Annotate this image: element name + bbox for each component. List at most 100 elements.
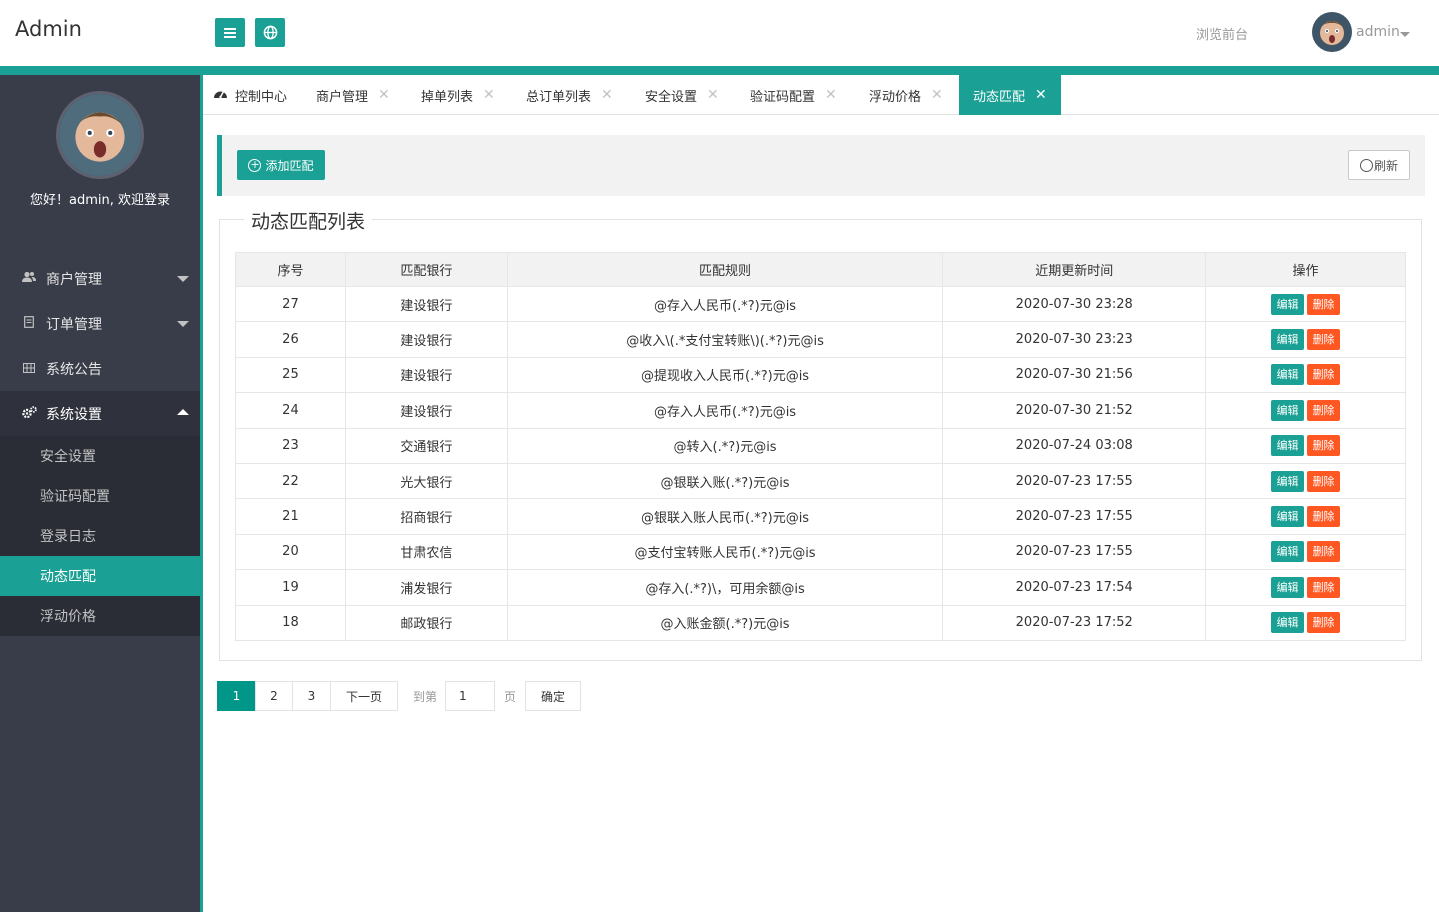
chevron-down-icon <box>177 276 189 282</box>
row-id: 21 <box>235 498 346 535</box>
page-suffix-label: 页 <box>504 689 517 704</box>
sidebar-item-login-log[interactable]: 登录日志 <box>0 516 200 556</box>
refresh-button[interactable]: 刷新 <box>1348 150 1410 180</box>
row-updated-time: 2020-07-30 23:23 <box>942 321 1207 358</box>
tab-all-orders[interactable]: 总订单列表 ✕ <box>526 75 613 115</box>
globe-button[interactable] <box>255 18 285 47</box>
table-row: 20 甘肃农信 @支付宝转账人民币(.*?)元@is 2020-07-23 17:55… <box>235 533 1406 571</box>
column-header: 匹配规则 <box>506 252 944 287</box>
page-2-button[interactable]: 2 <box>255 681 293 711</box>
table-header-row: 序号 匹配银行 匹配规则 近期更新时间 操作 <box>235 252 1406 287</box>
users-icon <box>22 271 36 286</box>
delete-button[interactable]: 删除 <box>1307 399 1341 421</box>
row-bank: 浦发银行 <box>344 569 508 606</box>
menu-system-settings[interactable]: 系统设置 <box>0 391 200 436</box>
sidebar-item-dynamic-match[interactable]: 动态匹配 <box>0 556 200 596</box>
delete-button[interactable]: 删除 <box>1307 364 1341 386</box>
add-match-label: 添加匹配 <box>265 158 314 173</box>
column-header: 匹配银行 <box>344 252 508 287</box>
user-avatar[interactable] <box>1312 12 1352 52</box>
tab-dynamic-match[interactable]: 动态匹配 ✕ <box>959 75 1061 115</box>
tab-bar: 控制中心 商户管理 ✕ 掉单列表 ✕ 总订单列表 ✕ 安全设置 ✕ 验证码配置 ✕ 浮动价… <box>203 75 1439 115</box>
edit-button[interactable]: 编辑 <box>1271 364 1305 386</box>
edit-button[interactable]: 编辑 <box>1271 541 1305 563</box>
sidebar-item-security[interactable]: 安全设置 <box>0 436 200 476</box>
close-icon[interactable]: ✕ <box>1035 87 1047 103</box>
delete-button[interactable]: 删除 <box>1307 506 1341 528</box>
table-row: 22 光大银行 @银联入账(.*?)元@is 2020-07-23 17:55 编辑 删除 <box>235 462 1406 500</box>
sidebar: 您好！admin, 欢迎登录 商户管理 订单管理 系统公告 系统设置 安全设置 … <box>0 75 200 912</box>
user-name[interactable]: admin <box>1356 24 1400 40</box>
row-actions: 编辑 删除 <box>1205 498 1406 535</box>
edit-button[interactable]: 编辑 <box>1271 293 1305 315</box>
edit-button[interactable]: 编辑 <box>1271 329 1305 351</box>
menu-merchant-management[interactable]: 商户管理 <box>0 256 200 301</box>
goto-confirm-button[interactable]: 确定 <box>525 681 582 711</box>
row-updated-time: 2020-07-24 03:08 <box>942 427 1207 464</box>
menu-system-notice[interactable]: 系统公告 <box>0 346 200 391</box>
table-row: 21 招商银行 @银联入账人民币(.*?)元@is 2020-07-23 17:55 编… <box>235 498 1406 535</box>
delete-button[interactable]: 删除 <box>1307 470 1341 492</box>
close-icon[interactable]: ✕ <box>825 87 837 103</box>
tab-label: 商户管理 <box>316 89 369 105</box>
tab-dashboard[interactable]: 控制中心 <box>213 75 287 115</box>
table-row: 19 浦发银行 @存入(.*?)\，可用余额@is 2020-07-23 17:54 编… <box>235 569 1406 606</box>
row-bank: 建设银行 <box>344 321 508 358</box>
page-1-button[interactable]: 1 <box>217 681 256 711</box>
row-bank: 建设银行 <box>344 392 508 429</box>
edit-button[interactable]: 编辑 <box>1271 612 1305 634</box>
delete-button[interactable]: 删除 <box>1307 293 1341 315</box>
page-3-button[interactable]: 3 <box>292 681 331 711</box>
row-rule: @存入人民币(.*?)元@is <box>506 392 944 429</box>
edit-button[interactable]: 编辑 <box>1271 435 1305 457</box>
top-header: Admin 浏览前台 admin <box>0 0 1439 66</box>
row-rule: @银联入账(.*?)元@is <box>506 462 944 500</box>
next-page-button[interactable]: 下一页 <box>330 681 398 711</box>
tab-floating-price[interactable]: 浮动价格 ✕ <box>869 75 943 115</box>
edit-button[interactable]: 编辑 <box>1271 506 1305 528</box>
row-bank: 甘肃农信 <box>344 533 508 571</box>
globe-icon <box>263 25 278 40</box>
close-icon[interactable]: ✕ <box>601 87 613 103</box>
sidebar-item-floating-price[interactable]: 浮动价格 <box>0 596 200 636</box>
close-icon[interactable]: ✕ <box>378 87 390 103</box>
row-actions: 编辑 删除 <box>1205 285 1406 323</box>
close-icon[interactable]: ✕ <box>483 87 495 103</box>
sidebar-avatar <box>56 91 144 179</box>
tab-label: 安全设置 <box>645 89 698 105</box>
delete-button[interactable]: 删除 <box>1307 612 1341 634</box>
row-updated-time: 2020-07-23 17:55 <box>942 462 1207 500</box>
pagination: 1 2 3 下一页 到第 页 确定 <box>217 681 582 711</box>
edit-button[interactable]: 编辑 <box>1271 576 1305 598</box>
row-id: 27 <box>235 285 346 323</box>
plus-circle-icon: + <box>248 157 262 172</box>
table-row: 23 交通银行 @转入(.*?)元@is 2020-07-24 03:08 编辑 删除 <box>235 427 1406 464</box>
row-actions: 编辑 删除 <box>1205 321 1406 358</box>
delete-button[interactable]: 删除 <box>1307 435 1341 457</box>
tab-captcha[interactable]: 验证码配置 ✕ <box>750 75 837 115</box>
close-icon[interactable]: ✕ <box>931 87 943 103</box>
delete-button[interactable]: 删除 <box>1307 541 1341 563</box>
menu-toggle-button[interactable] <box>215 18 245 47</box>
row-updated-time: 2020-07-30 23:28 <box>942 285 1207 323</box>
goto-page-input[interactable] <box>445 681 496 711</box>
tab-security[interactable]: 安全设置 ✕ <box>645 75 719 115</box>
delete-button[interactable]: 删除 <box>1307 329 1341 351</box>
table-row: 26 建设银行 @收入\(.*支付宝转账\)(.*?)元@is 2020-07-30 … <box>235 321 1406 358</box>
row-actions: 编辑 删除 <box>1205 604 1406 641</box>
edit-button[interactable]: 编辑 <box>1271 470 1305 492</box>
sidebar-item-captcha[interactable]: 验证码配置 <box>0 476 200 516</box>
tab-label: 验证码配置 <box>750 89 816 105</box>
edit-button[interactable]: 编辑 <box>1271 399 1305 421</box>
delete-button[interactable]: 删除 <box>1307 576 1341 598</box>
browse-frontend-link[interactable]: 浏览前台 <box>1196 24 1248 43</box>
column-header: 序号 <box>235 252 346 287</box>
tab-dropped-orders[interactable]: 掉单列表 ✕ <box>421 75 495 115</box>
add-match-button[interactable]: + 添加匹配 <box>237 150 325 180</box>
row-bank: 建设银行 <box>344 285 508 323</box>
chevron-down-icon[interactable] <box>1400 32 1410 37</box>
row-actions: 编辑 删除 <box>1205 462 1406 500</box>
close-icon[interactable]: ✕ <box>707 87 719 103</box>
tab-merchant[interactable]: 商户管理 ✕ <box>316 75 390 115</box>
menu-order-management[interactable]: 订单管理 <box>0 301 200 346</box>
